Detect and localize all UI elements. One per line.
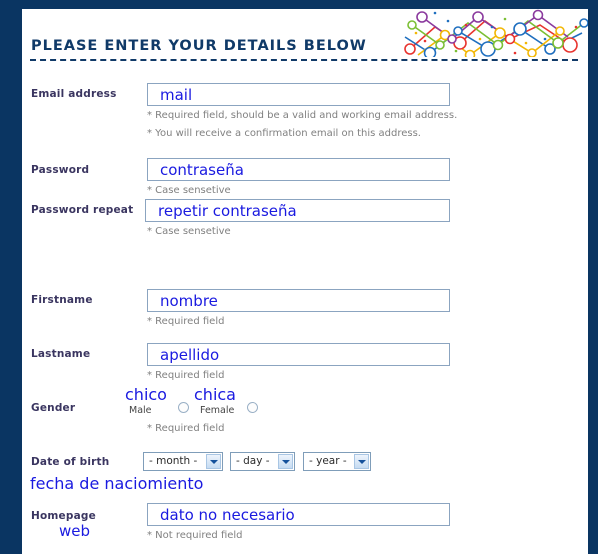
password-label: Password bbox=[31, 164, 90, 176]
password-hint: * Case sensetive bbox=[147, 185, 231, 196]
chevron-down-icon[interactable] bbox=[278, 454, 293, 469]
homepage-annotation: web bbox=[59, 522, 91, 540]
lastname-label: Lastname bbox=[31, 348, 91, 360]
firstname-input-value: nombre bbox=[160, 291, 218, 310]
email-input[interactable]: mail bbox=[147, 83, 450, 106]
chevron-down-icon[interactable] bbox=[206, 454, 221, 469]
dob-month-select[interactable]: - month - bbox=[143, 452, 223, 471]
dob-year-select[interactable]: - year - bbox=[303, 452, 371, 471]
firstname-input[interactable]: nombre bbox=[147, 289, 450, 312]
password-repeat-input-value: repetir contraseña bbox=[158, 201, 297, 220]
password-input-value: contraseña bbox=[160, 160, 244, 179]
password-repeat-hint: * Case sensetive bbox=[147, 226, 231, 237]
gender-male-label: Male bbox=[129, 405, 152, 416]
lastname-input-value: apellido bbox=[160, 345, 220, 364]
gender-female-annotation: chica bbox=[194, 385, 236, 404]
gender-female-radio[interactable] bbox=[247, 402, 258, 413]
chevron-down-icon[interactable] bbox=[354, 454, 369, 469]
form-panel: PLEASE ENTER YOUR DETAILS BELOW Email ad… bbox=[22, 9, 588, 554]
page-title: PLEASE ENTER YOUR DETAILS BELOW bbox=[31, 38, 367, 54]
homepage-input[interactable]: dato no necesario bbox=[147, 503, 450, 526]
email-input-value: mail bbox=[160, 85, 193, 104]
lastname-input[interactable]: apellido bbox=[147, 343, 450, 366]
gender-male-radio[interactable] bbox=[178, 402, 189, 413]
dob-year-value: - year - bbox=[309, 455, 347, 467]
email-hint-1: * Required field, should be a valid and … bbox=[147, 110, 458, 121]
password-input[interactable]: contraseña bbox=[147, 158, 450, 181]
gender-female-label: Female bbox=[200, 405, 235, 416]
network-nodes-graphic bbox=[400, 9, 588, 57]
gender-male-annotation: chico bbox=[125, 385, 167, 404]
gender-label: Gender bbox=[31, 402, 76, 414]
lastname-hint: * Required field bbox=[147, 370, 225, 381]
homepage-label: Homepage bbox=[31, 510, 96, 522]
homepage-input-value: dato no necesario bbox=[160, 505, 295, 524]
dob-month-value: - month - bbox=[149, 455, 198, 467]
dob-annotation: fecha de naciomiento bbox=[30, 474, 204, 493]
homepage-hint: * Not required field bbox=[147, 530, 243, 541]
dob-label: Date of birth bbox=[31, 456, 110, 468]
email-hint-2: * You will receive a confirmation email … bbox=[147, 128, 421, 139]
dob-day-value: - day - bbox=[236, 455, 270, 467]
firstname-hint: * Required field bbox=[147, 316, 225, 327]
password-repeat-label: Password repeat bbox=[31, 204, 134, 216]
firstname-label: Firstname bbox=[31, 294, 93, 306]
password-repeat-input[interactable]: repetir contraseña bbox=[145, 199, 450, 222]
dob-day-select[interactable]: - day - bbox=[230, 452, 295, 471]
title-divider bbox=[30, 59, 578, 61]
gender-hint: * Required field bbox=[147, 423, 225, 434]
email-label: Email address bbox=[31, 88, 117, 100]
